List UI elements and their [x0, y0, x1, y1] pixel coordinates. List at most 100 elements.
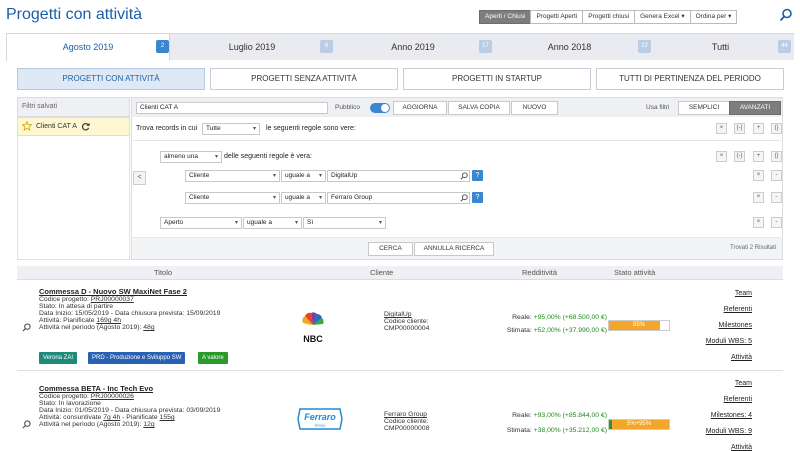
planned-activity-link[interactable]: 155g [160, 414, 175, 421]
generate-excel-button[interactable]: Genera Excel ▾ [634, 10, 691, 24]
tab-count-badge: 6 [320, 40, 333, 53]
refresh-icon[interactable] [81, 122, 90, 131]
rule-collapse-button[interactable]: - [771, 192, 782, 203]
star-icon[interactable] [22, 121, 32, 131]
save-copy-button[interactable]: SALVA COPIA [448, 101, 510, 115]
rule-collapse-button[interactable]: - [771, 217, 782, 228]
group-rules-label: delle seguenti regole è vera: [224, 153, 312, 160]
subgroup-add-rule-button[interactable]: + [753, 151, 764, 162]
project-title[interactable]: Commessa D - Nuovo SW MaxiNet Fase 2 [39, 287, 220, 296]
period-activity-link[interactable]: 12g [143, 421, 154, 428]
tab-projects-in-startup[interactable]: PROGETTI IN STARTUP [403, 68, 591, 90]
team-link[interactable]: Team [735, 290, 752, 297]
activities-link[interactable]: Attività [731, 444, 752, 451]
new-filter-button[interactable]: NUOVO [511, 101, 558, 115]
rule-remove-button[interactable]: × [753, 192, 764, 203]
client-info: Ferraro Group Codice cliente: CMP0000000… [384, 411, 430, 432]
wbs-modules-link[interactable]: Moduli WBS: 9 [706, 428, 752, 435]
column-client[interactable]: Cliente [370, 268, 393, 277]
tab-luglio-2019[interactable]: Luglio 2019 6 [170, 34, 334, 60]
project-code: Codice progetto: PRJ00000037 [39, 296, 134, 303]
column-title[interactable]: Titolo [154, 268, 172, 277]
subgroup-remove-subgroup-button[interactable]: (-) [734, 151, 745, 162]
column-profitability[interactable]: Redditività [522, 268, 557, 277]
filter-name-input[interactable]: Clienti CAT A [136, 102, 328, 114]
contacts-link[interactable]: Referenti [724, 396, 752, 403]
advanced-filters-button[interactable]: AVANZATI [729, 101, 781, 115]
tab-tutti[interactable]: Tutti 44 [647, 34, 794, 60]
subgroup-add-subgroup-button[interactable]: () [771, 151, 782, 162]
search-icon[interactable] [460, 172, 468, 180]
tab-anno-2018[interactable]: Anno 2018 22 [492, 34, 651, 60]
client-info: DigitalUp Codice cliente: CMP00000004 [384, 311, 430, 332]
tab-count-badge: 2 [156, 40, 169, 53]
find-records-select[interactable]: Tutte [202, 123, 260, 135]
period-activity-link[interactable]: 48g [143, 324, 154, 331]
milestones-link[interactable]: Milestones: 4 [711, 412, 752, 419]
tab-projects-without-activity[interactable]: PROGETTI SENZA ATTIVITÀ [210, 68, 398, 90]
search-button[interactable]: CERCA [368, 242, 413, 256]
client-name-link[interactable]: DigitalUp [384, 311, 429, 318]
project-title[interactable]: Commessa BETA - Inc Tech Evo [39, 384, 220, 393]
project-period-activities: Attività nel periodo (Agosto 2019): 12g [39, 421, 155, 428]
tab-anno-2019[interactable]: Anno 2019 17 [334, 34, 492, 60]
project-state: Stato: In lavorazione [39, 400, 101, 407]
cancel-search-button[interactable]: ANNULLA RICERCA [414, 242, 494, 256]
project-code: Codice progetto: PRJ00000026 [39, 393, 134, 400]
rule-operator-select[interactable]: uguale a [281, 192, 326, 204]
planned-activity-link[interactable]: 169g 4h [96, 317, 121, 324]
divider [133, 140, 781, 141]
saved-filter-item[interactable]: Clienti CAT A [17, 117, 130, 136]
consumed-activity-link[interactable]: 7g 4h [103, 414, 120, 421]
table-row[interactable]: Commessa BETA - Inc Tech Evo Codice prog… [17, 374, 783, 451]
wbs-modules-link[interactable]: Moduli WBS: 5 [706, 338, 752, 345]
rule-field-select[interactable]: Aperto [160, 217, 242, 229]
project-code-link[interactable]: PRJ00000037 [91, 296, 134, 303]
group-remove-subgroup-button[interactable]: (-) [734, 123, 745, 134]
update-button[interactable]: AGGIORNA [393, 101, 447, 115]
public-toggle[interactable] [370, 103, 390, 113]
help-icon[interactable]: ? [472, 192, 483, 203]
rule-field-select[interactable]: Cliente [185, 170, 280, 182]
group-add-rule-button[interactable]: + [753, 123, 764, 134]
group-match-select[interactable]: almeno una [160, 151, 222, 163]
tab-projects-with-activity[interactable]: PROGETTI CON ATTIVITÀ [17, 68, 205, 90]
project-state: Stato: In attesa di partire [39, 303, 114, 310]
group-add-subgroup-button[interactable]: () [771, 123, 782, 134]
results-count: Trovati 2 Risultati [730, 245, 777, 251]
open-projects-button[interactable]: Progetti Aperti [530, 10, 584, 24]
rule-collapse-button[interactable]: - [771, 170, 782, 181]
rule-value-input[interactable]: Ferraro Group [327, 192, 470, 204]
rule-remove-button[interactable]: × [753, 217, 764, 228]
subgroup-remove-button[interactable]: × [716, 151, 727, 162]
rule-operator-select[interactable]: uguale a [281, 170, 326, 182]
activities-link[interactable]: Attività [731, 354, 752, 361]
rule-field-select[interactable]: Cliente [185, 192, 280, 204]
column-activity-status[interactable]: Stato attività [614, 268, 655, 277]
project-code-link[interactable]: PRJ00000026 [91, 393, 134, 400]
tag-location: Verona ZAI [39, 352, 78, 364]
table-row[interactable]: Commessa D - Nuovo SW MaxiNet Fase 2 Cod… [17, 281, 783, 369]
project-activities: Attività: consuntivate 7g 4h - Pianifica… [39, 414, 175, 421]
sort-by-button[interactable]: Ordina per ▾ [689, 10, 738, 24]
tab-agosto-2019[interactable]: Agosto 2019 2 [6, 33, 170, 61]
open-closed-toggle-button[interactable]: Aperti / Chiusi [479, 10, 532, 24]
milestones-link[interactable]: Milestones [719, 322, 752, 329]
rule-remove-button[interactable]: × [753, 170, 764, 181]
contacts-link[interactable]: Referenti [724, 306, 752, 313]
search-icon[interactable] [22, 420, 31, 429]
tab-all-period-projects[interactable]: TUTTI DI PERTINENZA DEL PERIODO [596, 68, 784, 90]
simple-filters-button[interactable]: SEMPLICI [678, 101, 730, 115]
team-link[interactable]: Team [735, 380, 752, 387]
rule-operator-select[interactable]: uguale a [243, 217, 302, 229]
rule-value-select[interactable]: Sì [303, 217, 386, 229]
group-remove-button[interactable]: × [716, 123, 727, 134]
activity-progress-bar: 85% [608, 320, 670, 331]
client-name-link[interactable]: Ferraro Group [384, 411, 429, 418]
rule-value-input[interactable]: DigitalUp [327, 170, 470, 182]
help-icon[interactable]: ? [472, 170, 483, 181]
search-icon[interactable] [460, 194, 468, 202]
search-icon[interactable] [779, 8, 793, 22]
closed-projects-button[interactable]: Progetti chiusi [582, 10, 636, 24]
search-icon[interactable] [22, 323, 31, 332]
